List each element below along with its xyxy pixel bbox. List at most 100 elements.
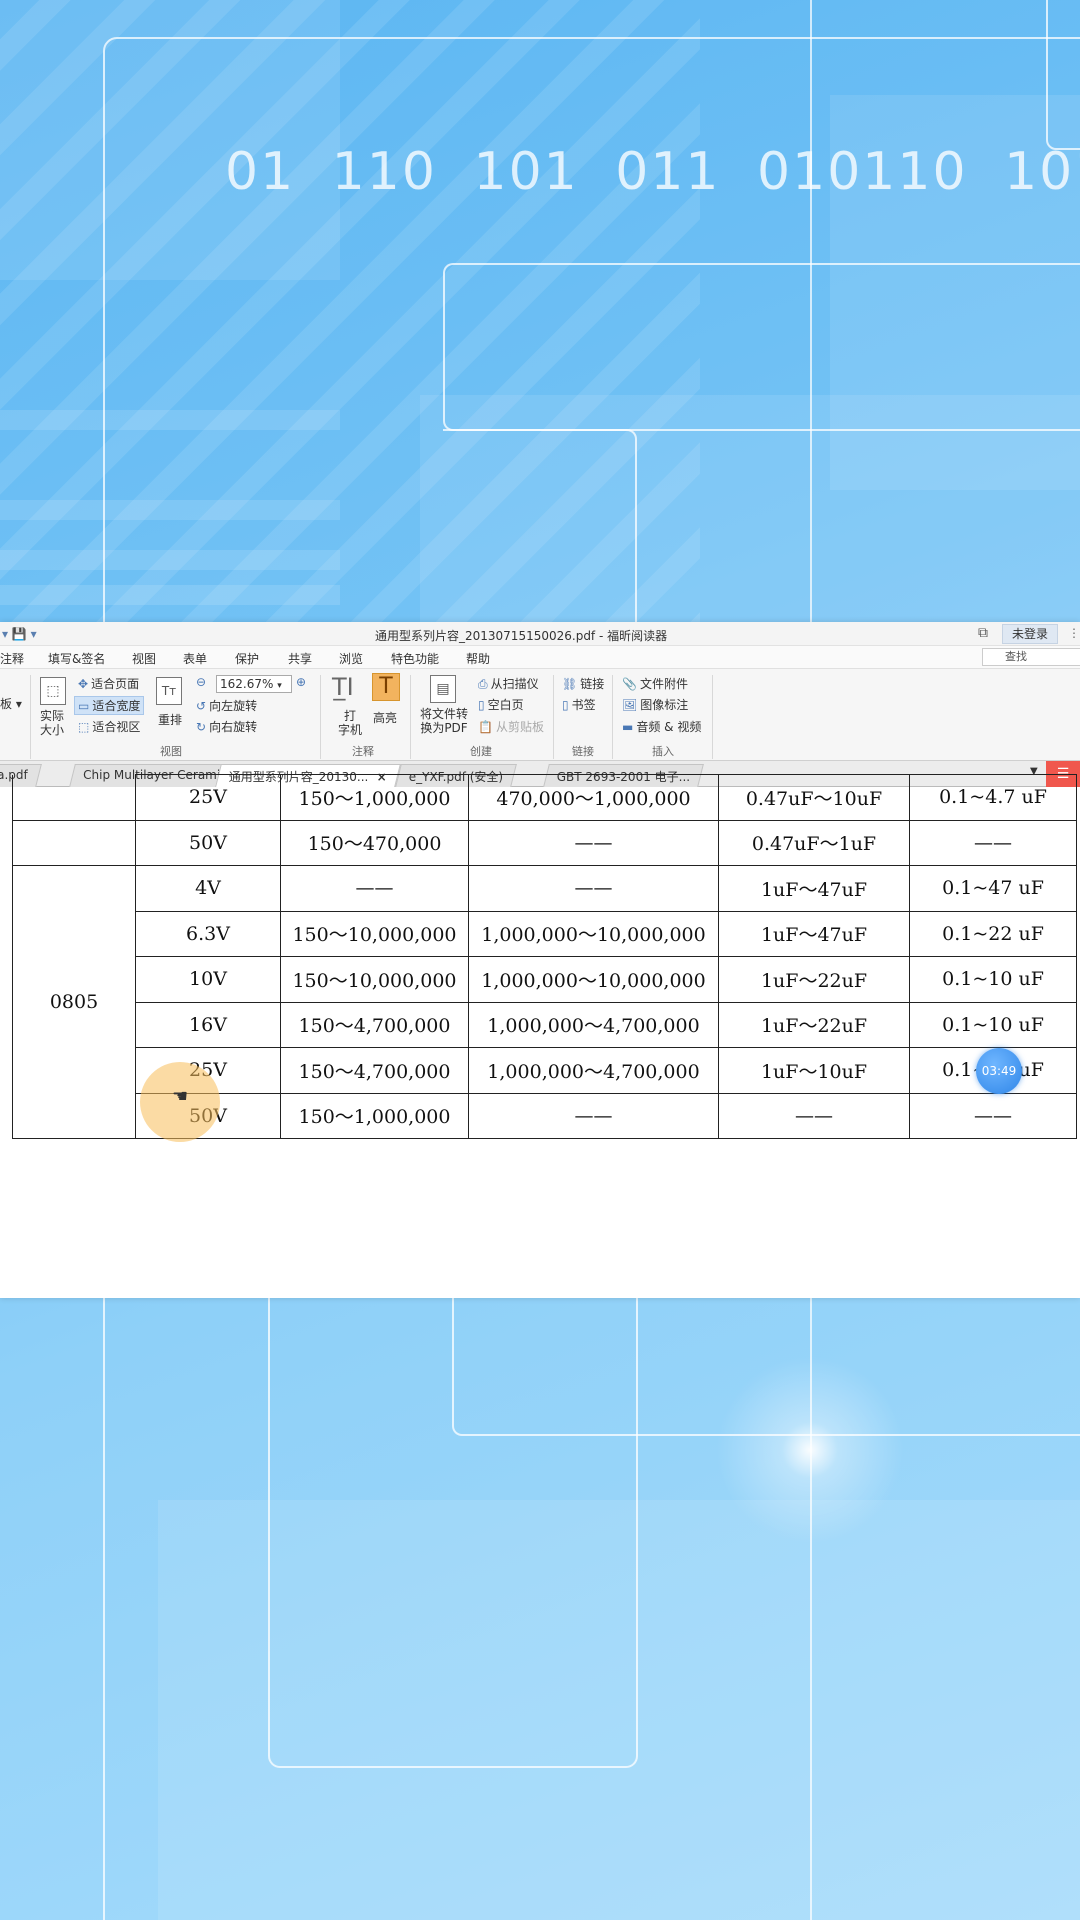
table-cell: —— — [468, 819, 719, 866]
actual-size-button[interactable]: 实际 大小 — [40, 709, 64, 737]
quick-access-toolbar[interactable]: ▾ 💾 ▾ — [2, 627, 37, 641]
table-cell: 1uF～10uF — [718, 1047, 910, 1094]
table-cell — [12, 774, 136, 821]
zoom-value: 162.67% — [220, 677, 274, 691]
fit-width-button[interactable]: ▭ 适合宽度 — [74, 696, 145, 715]
file-attachment-label: 文件附件 — [639, 677, 688, 691]
binary-text: 01 110 101 011 010110 101 0101 — [225, 142, 1080, 202]
table-cell: 50V — [135, 819, 281, 866]
table-row: 6.3V 150～10,000,000 1,000,000～10,000,000… — [13, 910, 1077, 957]
table-cell: 10V — [135, 956, 281, 1003]
fit-width-label: 适合宽度 — [92, 699, 141, 713]
table-cell: 150～4,700,000 — [280, 1047, 469, 1094]
fit-visible-icon: ⬚ — [78, 720, 90, 734]
clipboard-icon: 📋 — [478, 720, 493, 734]
background-line — [810, 0, 812, 622]
table-cell: 1,000,000～10,000,000 — [468, 956, 719, 1003]
rotate-right-icon: ↻ — [196, 720, 207, 734]
table-cell: 0.47uF～1uF — [718, 819, 910, 866]
menu-item-features[interactable]: 特色功能 — [391, 650, 439, 667]
image-icon: 🖼 — [622, 698, 638, 712]
link-button[interactable]: ⛓ 链接 — [562, 675, 604, 692]
table-cell: 150～1,000,000 — [280, 1092, 469, 1139]
table-cell: —— — [468, 1092, 719, 1139]
table-cell: 1uF～47uF — [718, 865, 910, 912]
blank-page-button[interactable]: ▯ 空白页 — [478, 696, 524, 713]
table-cell: —— — [280, 865, 469, 912]
convert-pdf-button[interactable]: 将文件转 换为PDF — [420, 707, 468, 735]
file-attachment-button[interactable]: 📎 文件附件 — [622, 675, 688, 692]
recording-timer: 03:49 — [976, 1048, 1022, 1094]
zoom-select[interactable]: 162.67% ▾ — [216, 675, 292, 693]
menu-item-comment[interactable]: 注释 — [0, 650, 24, 667]
convert-pdf-icon[interactable]: ▤ — [430, 675, 456, 703]
menu-item-share[interactable]: 共享 — [288, 650, 312, 667]
table-cell: 150～470,000 — [280, 819, 469, 866]
board-dropdown[interactable]: 板 ▾ — [0, 695, 22, 712]
group-label-view: 视图 — [160, 745, 182, 758]
menu-item-form[interactable]: 表单 — [183, 650, 207, 667]
reflow-icon[interactable]: Tт — [156, 677, 182, 705]
table-cell — [12, 819, 136, 866]
table-cell: —— — [718, 1092, 910, 1139]
menu-item-help[interactable]: 帮助 — [466, 650, 490, 667]
menu-item-browse[interactable]: 浏览 — [339, 650, 363, 667]
table-cell: 0.1~10 uF — [909, 956, 1077, 1003]
from-clipboard-button[interactable]: 📋 从剪贴板 — [478, 718, 544, 735]
table-cell: 6.3V — [135, 910, 281, 957]
group-label-comment: 注释 — [352, 745, 374, 758]
table-row: 0805 4V —— —— 1uF～47uF 0.1~47 uF — [12, 865, 1077, 1139]
typewriter-button[interactable]: 打 字机 — [338, 709, 362, 737]
attachment-icon: 📎 — [622, 677, 637, 691]
table-row: 10V 150～10,000,000 1,000,000～10,000,000 … — [13, 956, 1077, 1003]
table-cell: 1,000,000～4,700,000 — [468, 1001, 719, 1048]
table-cell: 0.1~22 uF — [909, 910, 1077, 957]
table-cell: 1uF～22uF — [718, 1001, 910, 1048]
table-cell: —— — [909, 819, 1077, 866]
zoom-out-icon[interactable]: ⊖ — [196, 675, 206, 689]
table-cell: 0.1~10 uF — [909, 1001, 1077, 1048]
login-button[interactable]: 未登录 — [1002, 624, 1058, 644]
video-icon: ▬ — [622, 720, 634, 734]
actual-size-icon[interactable]: ⬚ — [40, 677, 66, 705]
table-cell: 4V — [135, 865, 281, 912]
table-cell: 150～1,000,000 — [280, 774, 469, 821]
background-frame — [443, 263, 1080, 431]
table-row: 50V 150～470,000 —— 0.47uF～1uF —— — [12, 819, 1077, 866]
table-cell: —— — [909, 1092, 1077, 1139]
ribbon-separator — [712, 675, 713, 759]
zoom-in-icon[interactable]: ⊕ — [296, 675, 306, 689]
rotate-right-button[interactable]: ↻ 向右旋转 — [196, 718, 257, 735]
audio-video-button[interactable]: ▬ 音频 & 视频 — [622, 718, 701, 735]
pdf-reader-window: ▾ 💾 ▾ 通用型系列片容_20130715150026.pdf - 福昕阅读器… — [0, 622, 1080, 1298]
group-label-links: 链接 — [572, 745, 594, 758]
table-cell: 1uF～22uF — [718, 956, 910, 1003]
highlight-icon[interactable]: T — [372, 673, 400, 701]
search-input[interactable]: 查找 — [982, 648, 1080, 666]
menu-item-view[interactable]: 视图 — [132, 650, 156, 667]
menu-item-protect[interactable]: 保护 — [235, 650, 259, 667]
document-view: 25V 150～1,000,000 470,000～1,000,000 0.47… — [0, 774, 1080, 1298]
menu-item-fill-sign[interactable]: 填写&签名 — [48, 650, 105, 667]
rotate-left-button[interactable]: ↺ 向左旋转 — [196, 697, 257, 714]
title-bar: ▾ 💾 ▾ 通用型系列片容_20130715150026.pdf - 福昕阅读器… — [0, 622, 1080, 646]
table-cell: 16V — [135, 1001, 281, 1048]
image-annotation-button[interactable]: 🖼 图像标注 — [622, 696, 688, 713]
size-cell: 0805 — [12, 865, 136, 1139]
group-label-create: 创建 — [470, 745, 492, 758]
rotate-left-label: 向左旋转 — [209, 699, 258, 713]
ribbon-separator — [30, 675, 31, 759]
ribbon-separator — [553, 675, 554, 759]
window-title: 通用型系列片容_20130715150026.pdf - 福昕阅读器 — [375, 629, 668, 643]
reflow-button[interactable]: 重排 — [158, 711, 182, 728]
more-options-icon[interactable]: ⋮ — [1068, 626, 1080, 640]
highlight-button[interactable]: 高亮 — [373, 709, 397, 726]
ribbon-separator — [612, 675, 613, 759]
typewriter-icon[interactable]: T̲I — [332, 673, 354, 701]
fit-visible-button[interactable]: ⬚ 适合视区 — [78, 718, 140, 735]
window-restore-icon[interactable]: ⧉ — [978, 625, 988, 641]
bookmark-button[interactable]: ▯ 书签 — [562, 696, 596, 713]
from-scanner-button[interactable]: ⎙ 从扫描仪 — [478, 675, 539, 692]
fit-page-button[interactable]: ✥ 适合页面 — [78, 675, 139, 692]
hand-cursor-icon: ☚ — [172, 1086, 189, 1107]
